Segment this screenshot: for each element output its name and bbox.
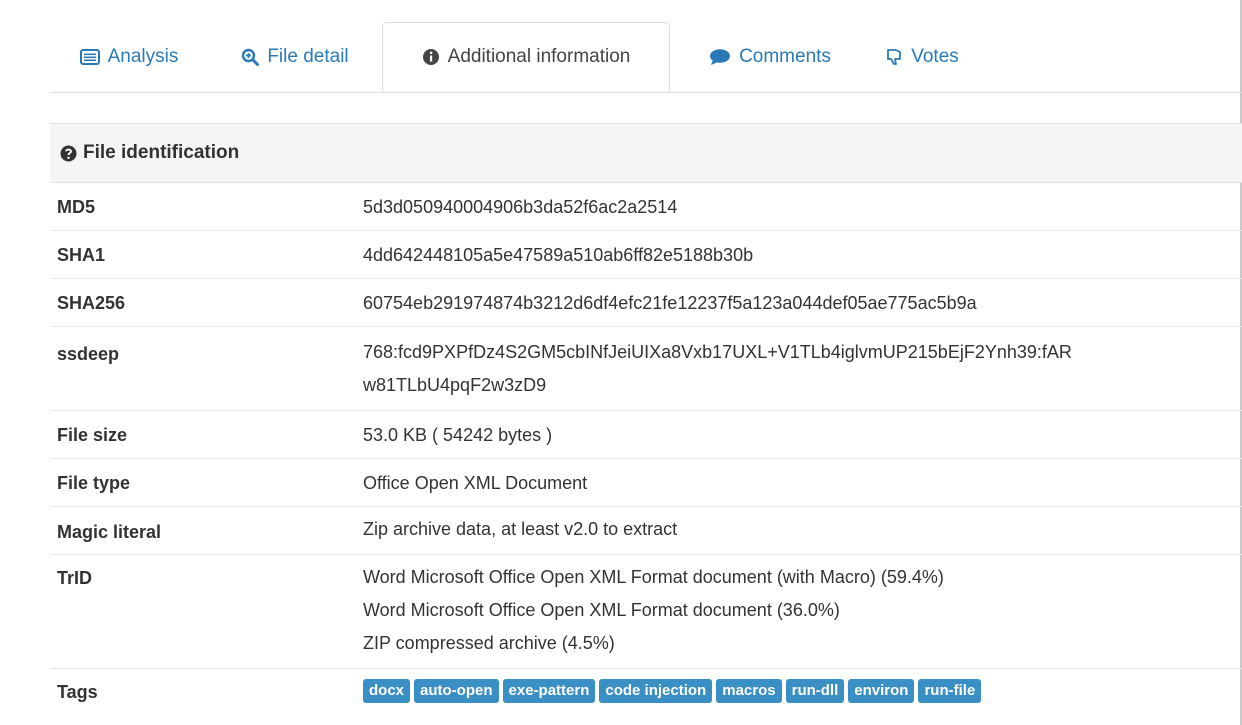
file-type-value: Office Open XML Document (363, 473, 588, 493)
tab-label: Votes (911, 46, 959, 67)
md5-value: 5d3d050940004906b3da52f6ac2a2514 (363, 197, 678, 217)
tab-label: Comments (739, 46, 831, 67)
info-icon (422, 48, 440, 66)
tag-badge[interactable]: exe-pattern (502, 679, 596, 703)
list-icon (79, 49, 100, 65)
sha1-value: 4dd642448105a5e47589a510ab6ff82e5188b30b (363, 245, 754, 265)
tab-additional-information[interactable]: Additional information (382, 22, 670, 92)
md5-label: MD5 (57, 197, 96, 217)
tab-analysis[interactable]: Analysis (64, 22, 194, 92)
row-md5: MD5 5d3d050940004906b3da52f6ac2a2514 (50, 183, 1242, 231)
tab-file-detail[interactable]: File detail (220, 22, 370, 92)
sha1-label: SHA1 (57, 245, 106, 265)
tag-badge[interactable]: environ (848, 679, 915, 703)
comment-icon (709, 48, 731, 66)
trid-line: Word Microsoft Office Open XML Format do… (363, 600, 840, 620)
thumbs-down-icon (885, 48, 903, 66)
tag-badge[interactable]: macros (716, 679, 782, 703)
row-sha256: SHA256 60754eb291974874b3212d6df4efc21fe… (50, 279, 1242, 327)
file-type-label: File type (57, 473, 131, 493)
sha256-value: 60754eb291974874b3212d6df4efc21fe12237f5… (363, 293, 977, 313)
tag-badge[interactable]: run-file (918, 679, 982, 703)
ssdeep-line: w81TLbU4pqF2w3zD9 (363, 375, 547, 395)
trid-line: Word Microsoft Office Open XML Format do… (363, 567, 944, 587)
row-magic-literal: Magic literal Zip archive data, at least… (50, 507, 1242, 555)
row-sha1: SHA1 4dd642448105a5e47589a510ab6ff82e518… (50, 231, 1242, 279)
sha256-label: SHA256 (57, 293, 126, 313)
tab-comments[interactable]: Comments (690, 22, 850, 92)
file-size-value: 53.0 KB ( 54242 bytes ) (363, 425, 553, 445)
tab-bar: Analysis File detail Additional informat… (50, 22, 1242, 93)
tab-label: Analysis (107, 46, 179, 67)
section-header: File identification (50, 123, 1242, 183)
tag-badge[interactable]: run-dll (785, 679, 845, 703)
tab-label: Additional information (447, 46, 631, 67)
section-title: File identification (83, 142, 240, 163)
tag-badge[interactable]: docx (363, 679, 411, 703)
trid-value: Word Microsoft Office Open XML Format do… (363, 561, 944, 660)
tag-badge[interactable]: auto-open (414, 679, 499, 703)
question-icon (60, 145, 77, 162)
row-tags: Tags docx auto-open exe-pattern code inject… (50, 669, 1242, 725)
row-ssdeep: ssdeep 768:fcd9PXPfDz4S2GM5cbINfJeiUIXa8… (50, 327, 1242, 411)
ssdeep-value: 768:fcd9PXPfDz4S2GM5cbINfJeiUIXa8Vxb17UX… (363, 336, 1072, 402)
row-file-size: File size 53.0 KB ( 54242 bytes ) (50, 411, 1242, 459)
row-trid: TrID Word Microsoft Office Open XML Form… (50, 555, 1242, 669)
tags-list: docx auto-open exe-pattern code injection ma… (363, 679, 985, 703)
tab-label: File detail (267, 46, 349, 67)
file-size-label: File size (57, 425, 128, 445)
tab-votes[interactable]: Votes (872, 22, 972, 92)
ssdeep-label: ssdeep (57, 344, 120, 364)
magic-label: Magic literal (57, 522, 162, 542)
row-file-type: File type Office Open XML Document (50, 459, 1242, 507)
trid-line: ZIP compressed archive (4.5%) (363, 633, 615, 653)
magnifier-icon (241, 48, 260, 66)
tag-badge[interactable]: code injection (599, 679, 713, 703)
tags-label: Tags (57, 682, 98, 702)
magic-value: Zip archive data, at least v2.0 to extra… (363, 519, 678, 539)
trid-label: TrID (57, 568, 93, 588)
ssdeep-line: 768:fcd9PXPfDz4S2GM5cbINfJeiUIXa8Vxb17UX… (363, 342, 1072, 362)
